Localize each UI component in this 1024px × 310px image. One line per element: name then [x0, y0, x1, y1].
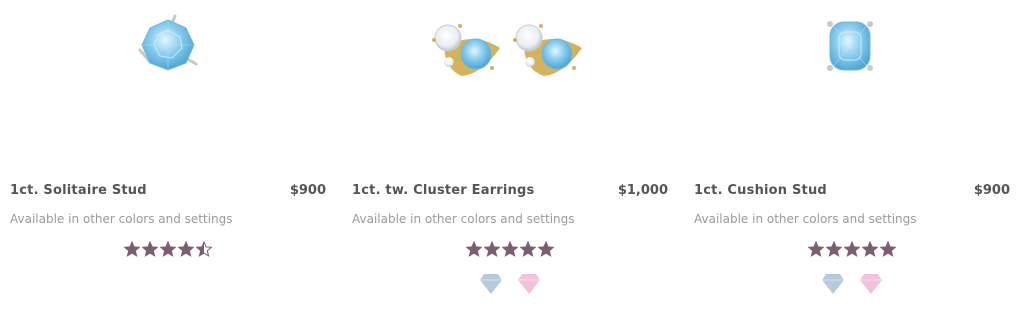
star-filled-icon	[142, 241, 158, 257]
color-swatches	[352, 273, 668, 295]
product-name[interactable]: 1ct. Cushion Stud	[694, 183, 827, 198]
product-image[interactable]	[352, 0, 668, 160]
product-image[interactable]	[10, 0, 326, 160]
star-filled-icon	[178, 241, 194, 257]
star-filled-icon	[502, 241, 518, 257]
product-image[interactable]	[694, 0, 1010, 160]
rating-stars[interactable]	[10, 241, 326, 257]
star-filled-icon	[160, 241, 176, 257]
star-filled-icon	[844, 241, 860, 257]
star-filled-icon	[466, 241, 482, 257]
product-grid: 1ct. Solitaire Stud $900 Available in ot…	[0, 0, 1024, 310]
star-filled-icon	[124, 241, 140, 257]
diamond-swatch-icon[interactable]	[859, 273, 883, 295]
rating-stars[interactable]	[352, 241, 668, 257]
diamond-swatch-icon[interactable]	[821, 273, 845, 295]
cluster-earrings-icon	[432, 24, 582, 76]
availability-note: Available in other colors and settings	[10, 212, 233, 226]
availability-note: Available in other colors and settings	[352, 212, 575, 226]
product-price: $900	[289, 183, 326, 198]
star-filled-icon	[808, 241, 824, 257]
color-swatches	[694, 273, 1010, 295]
availability-note: Available in other colors and settings	[694, 212, 917, 226]
product-card-cluster-earrings[interactable]: 1ct. tw. Cluster Earrings $1,000 Availab…	[352, 0, 668, 310]
diamond-swatch-icon[interactable]	[517, 273, 541, 295]
product-name[interactable]: 1ct. Solitaire Stud	[10, 183, 147, 198]
product-name[interactable]: 1ct. tw. Cluster Earrings	[352, 183, 534, 198]
star-filled-icon	[538, 241, 554, 257]
product-card-cushion-stud[interactable]: 1ct. Cushion Stud $900 Available in othe…	[694, 0, 1010, 310]
product-card-solitaire-stud[interactable]: 1ct. Solitaire Stud $900 Available in ot…	[10, 0, 326, 310]
rating-stars[interactable]	[694, 241, 1010, 257]
diamond-swatch-icon[interactable]	[479, 273, 503, 295]
product-price: $1,000	[617, 183, 668, 198]
product-price: $900	[973, 183, 1010, 198]
star-half-icon	[196, 241, 212, 257]
star-filled-icon	[880, 241, 896, 257]
star-filled-icon	[862, 241, 878, 257]
star-filled-icon	[826, 241, 842, 257]
star-filled-icon	[484, 241, 500, 257]
star-filled-icon	[520, 241, 536, 257]
cushion-stud-earring-icon	[827, 21, 873, 71]
solitaire-stud-earring-icon	[138, 14, 198, 71]
